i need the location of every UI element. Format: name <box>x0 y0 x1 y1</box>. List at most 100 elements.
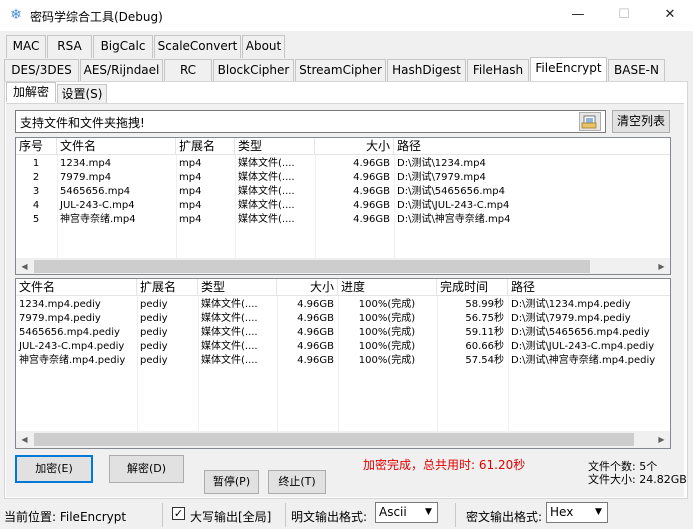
result-list-cell: 7979.mp4.pediy <box>19 313 101 324</box>
source-list-cell: D:\测试\1234.mp4 <box>397 158 486 169</box>
divider <box>162 503 163 527</box>
source-list-cell: 5465656.mp4 <box>60 186 131 197</box>
source-list-col-header[interactable]: 文件名 <box>57 138 176 155</box>
source-list-cell: 媒体文件(.... <box>238 186 295 197</box>
source-list-row[interactable]: 2 7979.mp4 mp4 媒体文件(.... 4.96GB D:\测试\7979.mp… <box>16 171 656 185</box>
source-list-col-header[interactable]: 大小 <box>315 138 394 155</box>
tab-hashdigest[interactable]: HashDigest <box>387 59 466 82</box>
result-list-cell: 神宫寺奈绪.mp4.pediy <box>19 355 126 366</box>
source-list-col-header[interactable]: 扩展名 <box>176 138 235 155</box>
result-list-col-header[interactable]: 完成时间 <box>437 279 508 296</box>
source-list-col-header[interactable]: 序号 <box>16 138 57 155</box>
source-file-list[interactable]: 序号 文件名 扩展名 类型 大小 路径 1 1234.mp4 mp4 媒体文件(.... 4.96… <box>15 137 671 275</box>
result-list-cell: 媒体文件(.... <box>201 355 258 366</box>
source-list-cell: D:\测试\JUL-243-C.mp4 <box>397 200 510 211</box>
tab-scaleconvert[interactable]: ScaleConvert <box>154 35 241 58</box>
source-list-row[interactable]: 5 神宫寺奈绪.mp4 mp4 媒体文件(.... 4.96GB D:\测试\神宫寺奈绪.… <box>16 213 656 227</box>
result-list-col-header[interactable]: 扩展名 <box>137 279 198 296</box>
result-list-row[interactable]: JUL-243-C.mp4.pediy pediy 媒体文件(.... 4.96GB 1… <box>16 340 656 354</box>
scroll-left-arrow-icon[interactable]: ◀ <box>16 431 33 448</box>
source-list-header: 序号 文件名 扩展名 类型 大小 路径 <box>16 138 670 155</box>
decrypt-button[interactable]: 解密(D) <box>109 455 184 483</box>
tab-about[interactable]: About <box>242 35 285 58</box>
source-list-cell: 神宫寺奈绪.mp4 <box>60 214 136 225</box>
open-folder-icon <box>581 115 597 129</box>
drag-drop-box[interactable]: 支持文件和文件夹拖拽! <box>15 110 606 133</box>
source-list-col-header[interactable]: 路径 <box>394 138 670 155</box>
result-list-col-header[interactable]: 路径 <box>508 279 670 296</box>
plain-format-select[interactable]: Ascii ▼ <box>375 502 438 523</box>
result-list-cell: 5465656.mp4.pediy <box>19 327 120 338</box>
plain-format-label: 明文输出格式: <box>291 510 368 524</box>
result-list-col-header[interactable]: 大小 <box>277 279 338 296</box>
result-list-row[interactable]: 神宫寺奈绪.mp4.pediy pediy 媒体文件(.... 4.96GB 100%(… <box>16 354 656 368</box>
source-list-scrollbar[interactable]: ◀ ▶ <box>16 258 670 274</box>
result-list-row[interactable]: 7979.mp4.pediy pediy 媒体文件(.... 4.96GB 100%(完… <box>16 312 656 326</box>
result-list-col-header[interactable]: 类型 <box>198 279 277 296</box>
scroll-left-arrow-icon[interactable]: ◀ <box>16 258 33 274</box>
uppercase-checkbox[interactable]: ✓ <box>172 507 185 520</box>
maximize-button[interactable]: ☐ <box>601 0 647 31</box>
source-list-row[interactable]: 4 JUL-243-C.mp4 mp4 媒体文件(.... 4.96GB D:\测试\JU… <box>16 199 656 213</box>
snowflake-app-icon: ❄ <box>10 7 22 23</box>
tab-aes-rijndael[interactable]: AES/Rijndael <box>80 59 163 82</box>
result-list-header: 文件名 扩展名 类型 大小 进度 完成时间 路径 <box>16 279 670 296</box>
minimize-button[interactable]: — <box>555 0 601 31</box>
result-list-cell: 60.66秒 <box>465 341 504 352</box>
cipher-format-value: Hex <box>550 505 574 519</box>
scroll-right-arrow-icon[interactable]: ▶ <box>653 431 670 448</box>
tab-des-3des[interactable]: DES/3DES <box>4 59 79 82</box>
subtab-settings[interactable]: 设置(S) <box>57 84 107 104</box>
result-list-cell: pediy <box>140 341 168 352</box>
encrypt-button[interactable]: 加密(E) <box>15 455 93 483</box>
scroll-right-arrow-icon[interactable]: ▶ <box>653 258 670 274</box>
cipher-format-label: 密文输出格式: <box>466 510 543 524</box>
tab-blockcipher[interactable]: BlockCipher <box>213 59 294 82</box>
tab-streamcipher[interactable]: StreamCipher <box>295 59 386 82</box>
scrollbar-thumb[interactable] <box>34 260 590 273</box>
source-list-cell: 1 <box>32 158 40 169</box>
source-list-cell: 4.96GB <box>353 214 390 225</box>
tab-bigcalc[interactable]: BigCalc <box>93 35 153 58</box>
plain-format-value: Ascii <box>379 505 407 519</box>
result-list-scrollbar[interactable]: ◀ ▶ <box>16 431 670 448</box>
result-list-cell: 4.96GB <box>297 341 334 352</box>
result-list-cell: JUL-243-C.mp4.pediy <box>19 341 125 352</box>
chevron-down-icon: ▼ <box>595 507 602 517</box>
result-list-col-header[interactable]: 进度 <box>338 279 437 296</box>
subtab-encrypt-decrypt[interactable]: 加解密 <box>6 82 56 102</box>
result-list-cell: pediy <box>140 299 168 310</box>
close-button[interactable]: ✕ <box>647 0 693 31</box>
pause-button[interactable]: 暂停(P) <box>204 470 259 494</box>
scrollbar-thumb[interactable] <box>34 433 634 446</box>
result-list-row[interactable]: 5465656.mp4.pediy pediy 媒体文件(.... 4.96GB 100… <box>16 326 656 340</box>
cipher-format-select[interactable]: Hex ▼ <box>546 502 608 523</box>
result-list-cell: 媒体文件(.... <box>201 327 258 338</box>
tab-rsa[interactable]: RSA <box>47 35 92 58</box>
source-list-cell: 5 <box>32 214 40 225</box>
stop-button[interactable]: 终止(T) <box>268 470 326 494</box>
source-list-col-header[interactable]: 类型 <box>235 138 315 155</box>
result-list-row[interactable]: 1234.mp4.pediy pediy 媒体文件(.... 4.96GB 100%(完… <box>16 298 656 312</box>
tab-fileencrypt[interactable]: FileEncrypt <box>530 57 607 82</box>
result-list-col-header[interactable]: 文件名 <box>16 279 137 296</box>
source-list-row[interactable]: 3 5465656.mp4 mp4 媒体文件(.... 4.96GB D:\测试\5465… <box>16 185 656 199</box>
result-file-list[interactable]: 文件名 扩展名 类型 大小 进度 完成时间 路径 1234.mp4.pediy pediy 媒体… <box>15 278 671 449</box>
drag-drop-hint: 支持文件和文件夹拖拽! <box>20 116 145 130</box>
result-list-cell: 57.54秒 <box>465 355 504 366</box>
result-list-cell: 58.99秒 <box>465 299 504 310</box>
clear-list-button[interactable]: 清空列表 <box>612 110 670 133</box>
result-list-cell: 56.75秒 <box>465 313 504 324</box>
tab-rc[interactable]: RC <box>164 59 212 82</box>
source-list-cell: 4.96GB <box>353 158 390 169</box>
result-list-cell: 100%(完成) <box>358 341 416 352</box>
browse-button[interactable] <box>579 112 601 131</box>
source-list-row[interactable]: 1 1234.mp4 mp4 媒体文件(.... 4.96GB D:\测试\1234.mp… <box>16 157 656 171</box>
source-list-cell: 7979.mp4 <box>60 172 112 183</box>
tab-base-n[interactable]: BASE-N <box>608 59 665 82</box>
result-list-cell: 媒体文件(.... <box>201 299 258 310</box>
tab-filehash[interactable]: FileHash <box>467 59 529 82</box>
tab-mac[interactable]: MAC <box>6 35 46 58</box>
source-list-cell: 媒体文件(.... <box>238 200 295 211</box>
result-list-cell: 59.11秒 <box>465 327 504 338</box>
